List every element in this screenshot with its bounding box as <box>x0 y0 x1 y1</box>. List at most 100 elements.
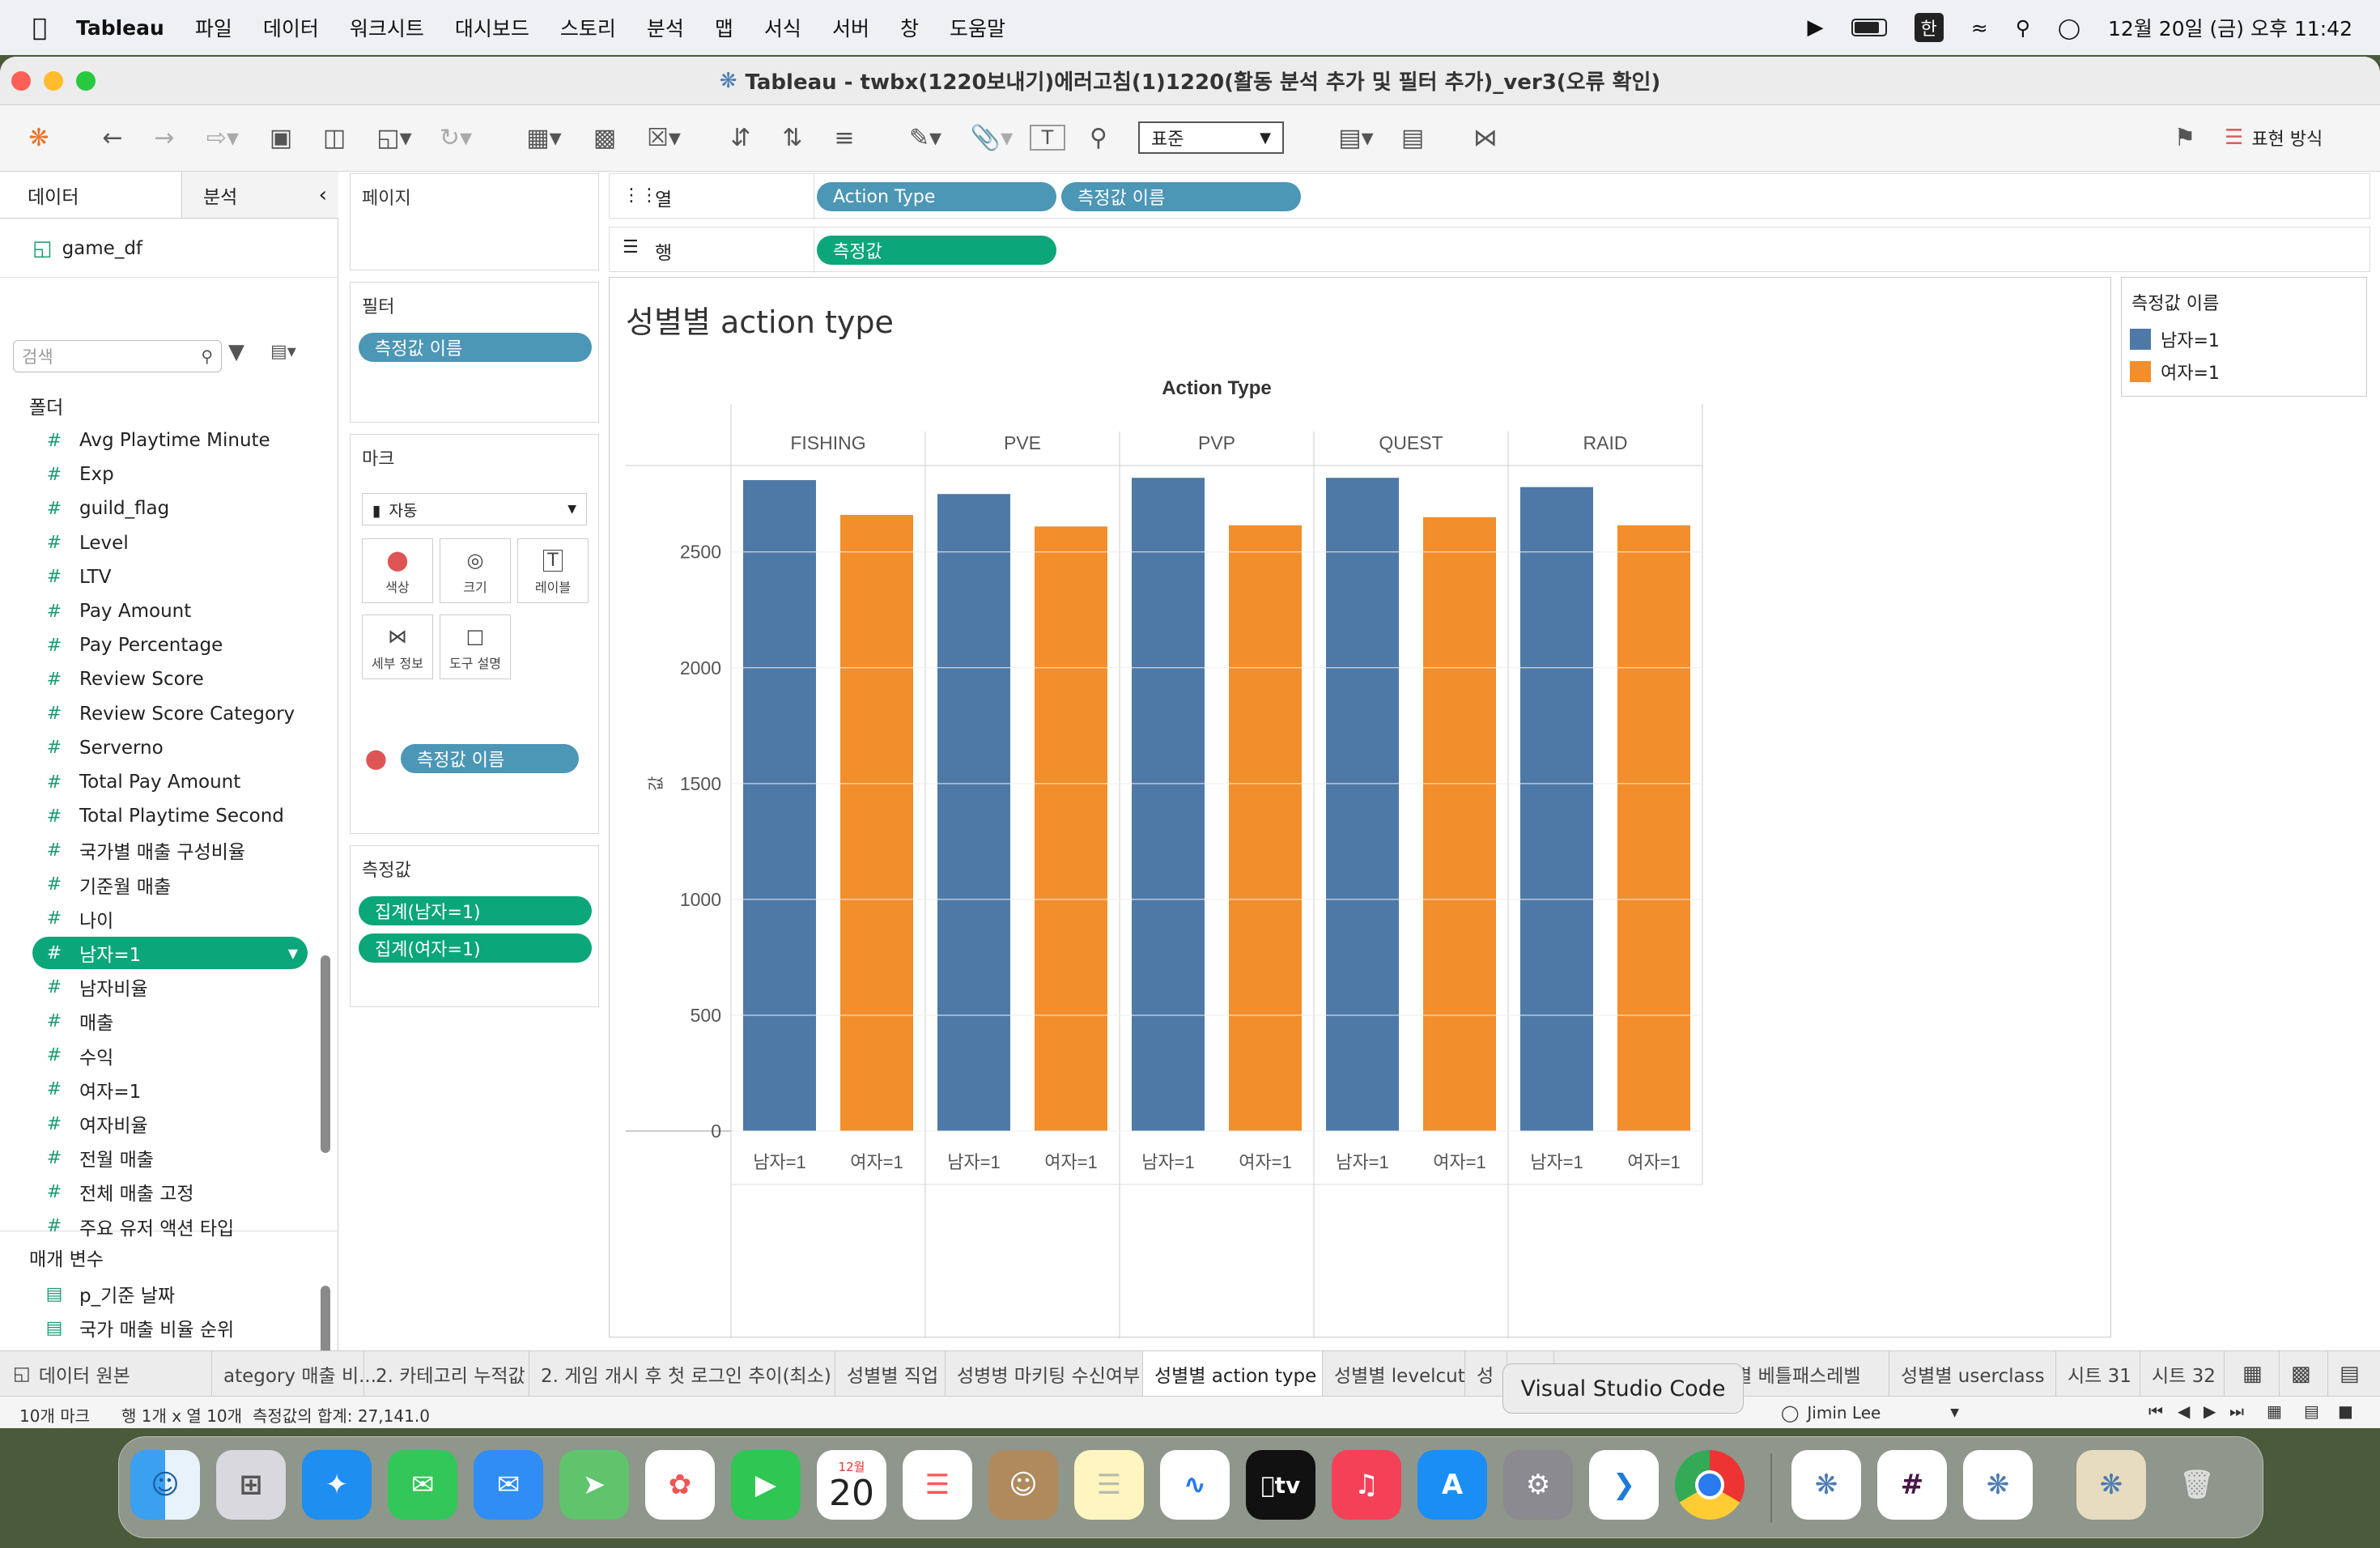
control-center-icon[interactable]: ◯ <box>2058 16 2080 40</box>
show-cards-icon[interactable]: ▤▾ <box>1328 121 1384 154</box>
tab-data[interactable]: 데이터 <box>0 172 181 219</box>
field-item[interactable]: # Total Pay Amount <box>32 766 240 798</box>
group-members-icon[interactable]: 📎▾ <box>963 121 1020 154</box>
sheet-tab[interactable]: 성 <box>1465 1351 1507 1397</box>
datasource-dropdown-icon[interactable]: ◱▾ <box>366 121 423 154</box>
finder-icon[interactable]: ☺ <box>130 1450 200 1520</box>
field-item[interactable]: # Pay Amount <box>32 595 191 627</box>
filter-pill[interactable]: 측정값 이름 <box>359 333 592 362</box>
field-item[interactable]: # 여자=1 <box>32 1074 141 1106</box>
duplicate-sheet-icon[interactable]: ▩ <box>584 121 625 154</box>
chevron-down-icon[interactable]: ▼ <box>288 946 298 961</box>
sheet-tab[interactable]: 성병병 마키팅 수신여부 <box>946 1351 1143 1397</box>
minimize-window-button[interactable] <box>44 71 63 91</box>
param-item[interactable]: ▤ 국가 매출 비율 순위 <box>32 1312 235 1344</box>
first-page-icon[interactable]: ⏮ <box>2148 1401 2163 1421</box>
menu-window[interactable]: 창 <box>900 13 919 42</box>
datasource-tab[interactable]: ◱ 데이터 원본 <box>0 1351 212 1397</box>
mail-icon[interactable]: ✉ <box>474 1450 543 1520</box>
field-item[interactable]: # Level <box>32 527 129 559</box>
view-options-button[interactable]: ▤▾ <box>270 342 296 362</box>
launchpad-icon[interactable]: ⊞ <box>216 1450 286 1520</box>
measure-pill-male[interactable]: 집계(남자=1) <box>359 896 592 925</box>
field-item[interactable]: # 여자비율 <box>32 1108 148 1140</box>
field-item[interactable]: # Avg Playtime Minute <box>32 424 270 457</box>
column-pill-action-type[interactable]: Action Type <box>817 182 1056 211</box>
facetime-icon[interactable]: ▶ <box>731 1450 801 1520</box>
grid-view-icon[interactable]: ▦ <box>2267 1401 2282 1421</box>
sheet-tab[interactable]: 2. 카테고리 누적값 <box>364 1351 529 1397</box>
new-story-icon[interactable]: ▤ <box>2328 1351 2377 1397</box>
play-icon[interactable]: ▶ <box>1808 15 1824 40</box>
field-item[interactable]: # 수익 <box>32 1040 114 1072</box>
search-input[interactable]: 검색 <box>22 344 53 368</box>
menu-analysis[interactable]: 분석 <box>647 13 684 42</box>
menu-story[interactable]: 스토리 <box>560 13 616 42</box>
redo-dropdown-icon[interactable]: ⇨▾ <box>194 121 251 154</box>
field-item[interactable]: # LTV <box>32 561 112 593</box>
music-icon[interactable]: ♫ <box>1332 1450 1401 1520</box>
pages-card[interactable]: 페이지 <box>350 173 599 270</box>
sheet-tab[interactable]: 시트 31 <box>2056 1351 2140 1397</box>
menu-help[interactable]: 도움말 <box>950 13 1005 42</box>
new-dashboard-icon[interactable]: ▩ <box>2280 1351 2328 1397</box>
clear-sheet-icon[interactable]: ☒▾ <box>631 121 696 154</box>
measure-pill-female[interactable]: 집계(여자=1) <box>359 933 592 963</box>
field-list-scrollbar[interactable] <box>321 955 330 1153</box>
menu-worksheet[interactable]: 워크시트 <box>350 13 424 42</box>
menubar-clock[interactable]: 12월 20일 (금) 오후 11:42 <box>2108 13 2352 42</box>
input-method-indicator[interactable]: 한 <box>1914 13 1944 42</box>
menu-server[interactable]: 서버 <box>832 13 869 42</box>
mark-tooltip-button[interactable]: □ 도구 설명 <box>440 615 511 679</box>
sheet-tab[interactable]: 성별별 직업 <box>835 1351 946 1397</box>
sort-descending-icon[interactable]: ≡ <box>824 121 865 154</box>
apple-icon[interactable]:  <box>32 14 47 42</box>
app-store-icon[interactable]: A <box>1417 1450 1487 1520</box>
safari-icon[interactable]: ✦ <box>302 1450 372 1520</box>
tableau-reader-icon[interactable]: ❋ <box>2076 1450 2146 1520</box>
photos-icon[interactable]: ✿ <box>645 1450 715 1520</box>
prev-page-icon[interactable]: ◀ <box>2178 1401 2190 1421</box>
param-item[interactable]: ▤ p_기준 날짜 <box>32 1278 175 1310</box>
field-item[interactable]: # 매출 <box>32 1005 114 1037</box>
vscode-icon[interactable]: ❯ <box>1589 1450 1659 1520</box>
forward-icon[interactable]: → <box>144 121 185 154</box>
legend-item-female[interactable]: 여자=1 <box>2130 359 2220 385</box>
collapse-pane-icon[interactable]: ‹ <box>319 183 327 207</box>
sheet-tab[interactable]: 성별별 userclass <box>1889 1351 2056 1397</box>
tableau-logo-icon[interactable]: ❋ <box>21 121 57 154</box>
datasource-item[interactable]: ◱ game_df <box>32 236 142 261</box>
zoom-window-button[interactable] <box>76 71 96 91</box>
sort-ascending-icon[interactable]: ⇅ <box>772 121 813 154</box>
save-icon[interactable]: ▣ <box>261 121 301 154</box>
notes-icon[interactable]: ☰ <box>1074 1450 1144 1520</box>
new-datasource-icon[interactable]: ◫ <box>314 121 355 154</box>
search-box[interactable]: 검색 ⚲ <box>13 340 222 372</box>
field-item[interactable]: # Pay Percentage <box>32 629 223 661</box>
field-item[interactable]: # Review Score Category <box>32 698 295 730</box>
mark-label-button[interactable]: T 레이블 <box>517 538 589 603</box>
mark-detail-button[interactable]: ⋈ 세부 정보 <box>362 615 433 679</box>
mark-size-button[interactable]: ◎ 크기 <box>440 538 511 603</box>
new-sheet-icon[interactable]: ▦ <box>2231 1351 2280 1397</box>
sheet-tab[interactable]: 2. 게임 개시 후 첫 로그인 추이(최소) <box>529 1351 835 1397</box>
last-page-icon[interactable]: ⏭ <box>2229 1401 2244 1421</box>
tab-view-icon[interactable]: ■ <box>2338 1401 2353 1421</box>
close-window-button[interactable] <box>11 71 31 91</box>
spotlight-icon[interactable]: ⚲ <box>2016 16 2030 40</box>
sheet-tab-active[interactable]: 성별별 action type <box>1143 1351 1323 1397</box>
fit-select[interactable]: 표준 ▼ <box>1138 121 1284 154</box>
share-icon[interactable]: ⋈ <box>1465 121 1506 154</box>
field-item[interactable]: # 기준월 매출 <box>32 869 171 901</box>
filter-fields-icon[interactable]: ▼ <box>228 340 244 364</box>
field-item[interactable]: # 전월 매출 <box>32 1142 154 1174</box>
tab-analysis[interactable]: 분석 ‹ <box>181 172 338 219</box>
reminders-icon[interactable]: ☰ <box>903 1450 972 1520</box>
highlight-icon[interactable]: ✎▾ <box>897 121 954 154</box>
field-item[interactable]: # 주요 유저 액션 타입 <box>32 1210 234 1243</box>
user-menu[interactable]: ◯ Jimin Lee ▼ <box>1773 1400 1967 1426</box>
filmstrip-icon[interactable]: ▤ <box>2304 1401 2319 1421</box>
presentation-mode-icon[interactable]: ▤ <box>1392 121 1433 154</box>
contacts-icon[interactable]: ☺ <box>988 1450 1058 1520</box>
slack-icon[interactable]: # <box>1877 1450 1947 1520</box>
